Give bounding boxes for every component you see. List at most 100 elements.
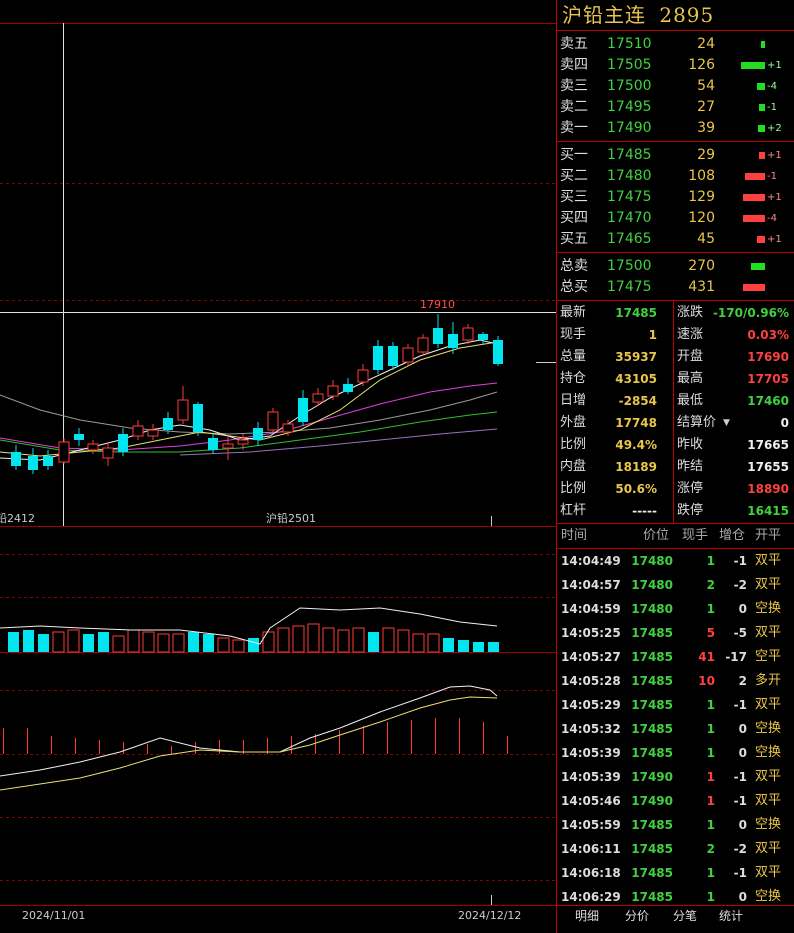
level-volume-bar bbox=[741, 62, 765, 69]
candle bbox=[118, 428, 128, 456]
tick-time: 14:05:29 bbox=[561, 698, 621, 712]
ma-green bbox=[0, 411, 498, 453]
tick-change: 0 bbox=[738, 722, 747, 736]
tick-change: 0 bbox=[738, 746, 747, 760]
instrument-title: 沪铅主连 2895 bbox=[557, 0, 794, 31]
candle bbox=[208, 434, 218, 454]
tick-change: -2 bbox=[733, 842, 747, 856]
candle-body bbox=[478, 334, 488, 340]
tick-row[interactable]: 14:05:59 17485 1 0 空换 bbox=[557, 813, 794, 837]
order-total-row: 总卖 17500 270 bbox=[557, 256, 794, 277]
total-price: 17500 bbox=[607, 258, 652, 274]
quote-value-left: ----- bbox=[632, 504, 657, 518]
buy-level[interactable]: 买四 17470 120 -4 bbox=[557, 208, 794, 229]
tick-row[interactable]: 14:06:11 17485 2 -2 双平 bbox=[557, 837, 794, 861]
level-label: 卖四 bbox=[560, 57, 588, 73]
tick-change: 0 bbox=[738, 818, 747, 832]
tick-row[interactable]: 14:05:29 17485 1 -1 双平 bbox=[557, 693, 794, 717]
tick-price: 17485 bbox=[631, 818, 673, 832]
tick-row[interactable]: 14:05:27 17485 41 -17 空平 bbox=[557, 645, 794, 669]
candle-body bbox=[298, 398, 308, 422]
sell-level[interactable]: 卖一 17490 39 +2 bbox=[557, 118, 794, 139]
total-volume-bar bbox=[751, 263, 765, 270]
candle bbox=[102, 442, 114, 466]
level-price: 17500 bbox=[607, 78, 652, 94]
candle-body bbox=[132, 425, 144, 437]
candle-body bbox=[343, 384, 353, 392]
level-change: +1 bbox=[767, 150, 782, 161]
buy-level[interactable]: 买二 17480 108 -1 bbox=[557, 166, 794, 187]
volume-bar bbox=[23, 630, 34, 652]
quote-label-right: 速涨 bbox=[677, 327, 704, 342]
level-volume: 24 bbox=[697, 36, 715, 52]
volume-bar bbox=[352, 627, 365, 653]
ticks-header-type: 开平 bbox=[755, 528, 782, 543]
quote-stats: 最新 17485 涨跌 -170/0.96% 现手 1 速涨 0.03% 总量 35937 开盘 17… bbox=[557, 300, 794, 523]
indicator-line-yellow bbox=[0, 696, 498, 791]
level-label: 买四 bbox=[560, 210, 588, 226]
tab-detail[interactable]: 明细 bbox=[565, 907, 609, 925]
tick-row[interactable]: 14:04:59 17480 1 0 空换 bbox=[557, 597, 794, 621]
candle-body bbox=[163, 418, 173, 430]
tick-row[interactable]: 14:05:28 17485 10 2 多开 bbox=[557, 669, 794, 693]
buy-level[interactable]: 买五 17465 45 +1 bbox=[557, 229, 794, 250]
tick-price: 17490 bbox=[631, 794, 673, 808]
quote-value-right: 0 bbox=[780, 416, 789, 430]
volume-bar bbox=[83, 634, 94, 652]
tab-stats[interactable]: 统计 bbox=[709, 907, 753, 925]
candle-body bbox=[177, 399, 189, 421]
quote-row: 杠杆 ----- 跌停 16415 bbox=[557, 500, 794, 522]
tick-type: 双平 bbox=[755, 793, 782, 808]
tick-row[interactable]: 14:05:32 17485 1 0 空换 bbox=[557, 717, 794, 741]
candle-body bbox=[267, 411, 279, 431]
tick-row[interactable]: 14:06:18 17485 1 -1 双平 bbox=[557, 861, 794, 885]
quote-value-right: 17705 bbox=[747, 372, 789, 386]
candle-body bbox=[118, 434, 128, 452]
candle bbox=[373, 340, 383, 374]
candle bbox=[147, 424, 159, 440]
sell-level[interactable]: 卖二 17495 27 -1 bbox=[557, 97, 794, 118]
sell-level[interactable]: 卖三 17500 54 -4 bbox=[557, 76, 794, 97]
tick-row[interactable]: 14:05:39 17485 1 0 空换 bbox=[557, 741, 794, 765]
volume-bar bbox=[307, 623, 320, 653]
sell-level[interactable]: 卖四 17505 126 +1 bbox=[557, 55, 794, 76]
quote-value-right: 17655 bbox=[747, 460, 789, 474]
candle bbox=[87, 440, 99, 454]
tick-price: 17485 bbox=[631, 866, 673, 880]
tick-price: 17485 bbox=[631, 698, 673, 712]
quote-value-right: 17690 bbox=[747, 350, 789, 364]
tab-price-dist[interactable]: 分价 bbox=[615, 907, 659, 925]
level-volume: 27 bbox=[697, 99, 715, 115]
tick-time: 14:05:46 bbox=[561, 794, 621, 808]
quote-value-left: 18189 bbox=[615, 460, 657, 474]
quote-value-left: 49.4% bbox=[615, 438, 657, 452]
contract-label-mid: 沪铅2501 bbox=[266, 511, 316, 525]
tick-row[interactable]: 14:04:57 17480 2 -2 双平 bbox=[557, 573, 794, 597]
candle-body bbox=[448, 334, 458, 348]
tick-row[interactable]: 14:05:46 17490 1 -1 双平 bbox=[557, 789, 794, 813]
tick-row[interactable]: 14:05:39 17490 1 -1 双平 bbox=[557, 765, 794, 789]
tick-volume: 1 bbox=[706, 794, 715, 808]
tick-row[interactable]: 14:04:49 17480 1 -1 双平 bbox=[557, 549, 794, 573]
ticks-list[interactable]: 14:04:49 17480 1 -1 双平 14:04:57 17480 2 -2 双平 14:0… bbox=[557, 549, 794, 909]
sell-level[interactable]: 卖五 17510 24 bbox=[557, 34, 794, 55]
kline-chart-area[interactable]: 17910 铅2412 沪铅2501 2024/11/01 2024/12/12… bbox=[0, 0, 556, 933]
volume-bar bbox=[98, 632, 109, 652]
tick-time: 14:04:49 bbox=[561, 554, 621, 568]
buy-level[interactable]: 买三 17475 129 +1 bbox=[557, 187, 794, 208]
candle bbox=[388, 342, 398, 370]
volume-bar bbox=[172, 633, 185, 653]
level-change: +2 bbox=[767, 123, 782, 134]
buy-level[interactable]: 买一 17485 29 +1 bbox=[557, 145, 794, 166]
tick-time: 14:06:18 bbox=[561, 866, 621, 880]
instrument-name: 沪铅主连 bbox=[562, 3, 646, 27]
level-volume: 39 bbox=[697, 120, 715, 136]
total-volume: 270 bbox=[688, 258, 715, 274]
tab-ticks[interactable]: 分笔 bbox=[663, 907, 707, 925]
quote-row: 最新 17485 涨跌 -170/0.96% bbox=[557, 302, 794, 324]
candle-body bbox=[11, 452, 21, 466]
tick-type: 空换 bbox=[755, 817, 782, 832]
ticks-header-price: 价位 bbox=[643, 528, 670, 543]
tick-row[interactable]: 14:05:25 17485 5 -5 双平 bbox=[557, 621, 794, 645]
candle bbox=[58, 438, 70, 464]
